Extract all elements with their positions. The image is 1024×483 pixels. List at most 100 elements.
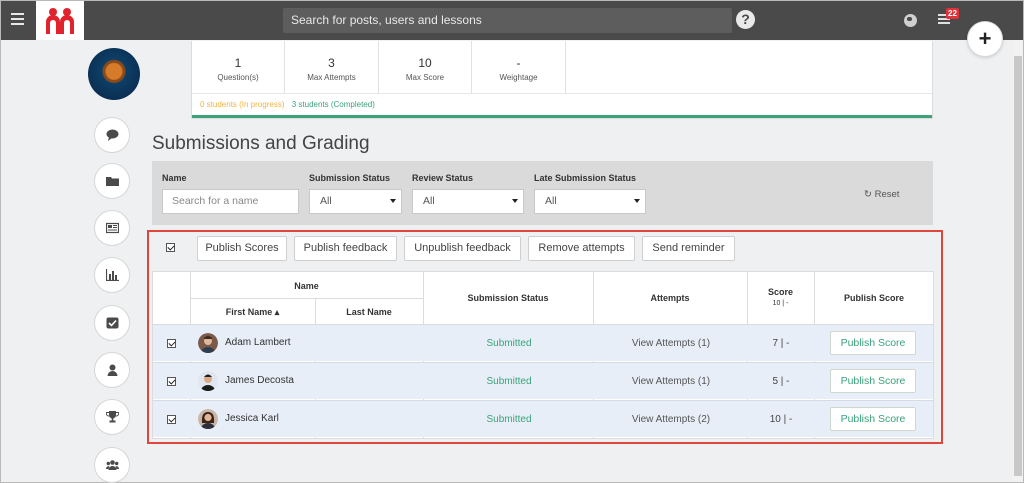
student-name: James Decosta xyxy=(225,375,294,386)
review-status-label: Review Status xyxy=(412,173,474,183)
stat-label: Max Score xyxy=(405,73,445,82)
score-max-subheader: 10 | - xyxy=(772,300,789,307)
send-reminder-button[interactable]: Send reminder xyxy=(642,236,735,261)
sidebar-chat-button[interactable] xyxy=(94,117,130,153)
remove-attempts-button[interactable]: Remove attempts xyxy=(528,236,635,261)
submissions-table: Name First Name ▴ Last Name Submission S… xyxy=(152,271,934,439)
sidebar-groups-button[interactable] xyxy=(94,447,130,483)
course-avatar[interactable] xyxy=(88,48,140,100)
attempts-header: Attempts xyxy=(650,293,690,303)
stat-max-score: 10 Max Score xyxy=(379,41,472,93)
stat-label: Weightage xyxy=(499,73,538,82)
review-status-select[interactable]: All xyxy=(412,189,524,214)
assignment-stats-card: 1 Question(s) 3 Max Attempts 10 Max Scor… xyxy=(191,41,933,119)
review-status-value: All xyxy=(423,195,435,207)
first-name-header[interactable]: First Name ▴ xyxy=(190,307,315,318)
notification-count-badge: 22 xyxy=(946,8,959,19)
last-name-header[interactable]: Last Name xyxy=(315,307,423,317)
view-attempts-link[interactable]: View Attempts (2) xyxy=(594,414,748,425)
table-row: Jessica Karl Submitted View Attempts (2)… xyxy=(153,400,933,437)
select-all-checkbox[interactable] xyxy=(166,243,175,252)
user-icon xyxy=(107,364,118,376)
student-name: Jessica Karl xyxy=(225,413,279,424)
row-checkbox[interactable] xyxy=(167,415,176,424)
trophy-icon xyxy=(106,411,119,423)
score-header: Score xyxy=(767,287,793,297)
bar-chart-icon xyxy=(106,269,119,281)
submission-status: Submitted xyxy=(486,376,532,387)
student-name: Adam Lambert xyxy=(225,337,291,348)
stat-value: - xyxy=(516,56,521,70)
stat-value: 10 xyxy=(418,56,432,70)
publish-feedback-button[interactable]: Publish feedback xyxy=(294,236,397,261)
submission-status-header: Submission Status xyxy=(467,293,549,303)
stat-max-attempts: 3 Max Attempts xyxy=(285,41,379,93)
header-divider xyxy=(190,298,423,299)
dropdown-caret-icon xyxy=(512,199,518,203)
row-checkbox[interactable] xyxy=(167,377,176,386)
score-value: 5 | - xyxy=(772,376,790,387)
filter-panel: Name Search for a name Submission Status… xyxy=(152,161,933,225)
scrollbar-thumb[interactable] xyxy=(1014,56,1022,476)
avatar xyxy=(198,371,218,391)
name-group-header: Name xyxy=(294,281,319,291)
global-search-input[interactable]: Search for posts, users and lessons xyxy=(283,8,732,33)
folder-icon xyxy=(106,177,119,186)
sidebar-news-button[interactable] xyxy=(94,210,130,246)
view-attempts-link[interactable]: View Attempts (1) xyxy=(594,338,748,349)
late-status-value: All xyxy=(545,195,557,207)
unpublish-feedback-button[interactable]: Unpublish feedback xyxy=(404,236,521,261)
reset-filters-button[interactable]: ↻ Reset xyxy=(864,189,899,200)
sidebar-assignments-button[interactable] xyxy=(94,305,130,341)
progress-underline xyxy=(192,115,932,118)
dropdown-caret-icon xyxy=(634,199,640,203)
dropdown-caret-icon xyxy=(390,199,396,203)
top-navigation-bar: Search for posts, users and lessons ? 22 xyxy=(1,1,1023,40)
submission-status-select[interactable]: All xyxy=(309,189,402,214)
reset-label: Reset xyxy=(874,189,900,200)
app-logo[interactable] xyxy=(36,1,84,40)
stat-label: Max Attempts xyxy=(307,73,356,82)
sidebar-members-button[interactable] xyxy=(94,352,130,388)
score-value: 10 | - xyxy=(769,414,793,425)
publish-score-header: Publish Score xyxy=(843,293,905,303)
stat-value: 1 xyxy=(234,56,242,70)
page-scrollbar[interactable] xyxy=(1013,40,1023,482)
help-icon[interactable]: ? xyxy=(736,10,755,29)
stat-value: 3 xyxy=(328,56,335,70)
publish-scores-button[interactable]: Publish Scores xyxy=(197,236,287,261)
hamburger-menu-icon[interactable] xyxy=(11,13,24,27)
late-submission-status-select[interactable]: All xyxy=(534,189,646,214)
stat-weightage: - Weightage xyxy=(472,41,566,93)
table-row: Adam Lambert Submitted View Attempts (1)… xyxy=(153,324,933,361)
name-filter-label: Name xyxy=(162,173,187,183)
stat-questions: 1 Question(s) xyxy=(192,41,285,93)
publish-score-button[interactable]: Publish Score xyxy=(830,369,916,393)
reset-icon: ↻ xyxy=(864,189,875,200)
name-search-input[interactable]: Search for a name xyxy=(162,189,299,214)
sidebar-files-button[interactable] xyxy=(94,163,130,199)
logo-icon xyxy=(46,8,74,34)
globe-icon[interactable] xyxy=(904,14,917,27)
avatar xyxy=(198,333,218,353)
publish-score-button[interactable]: Publish Score xyxy=(830,407,916,431)
submission-status: Submitted xyxy=(486,414,532,425)
sidebar-reports-button[interactable] xyxy=(94,257,130,293)
submission-status: Submitted xyxy=(486,338,532,349)
score-value: 7 | - xyxy=(772,338,790,349)
avatar xyxy=(198,409,218,429)
table-row: James Decosta Submitted View Attempts (1… xyxy=(153,362,933,399)
students-completed-link[interactable]: 3 students (Completed) xyxy=(292,100,375,109)
late-submission-status-label: Late Submission Status xyxy=(534,173,637,183)
view-attempts-link[interactable]: View Attempts (1) xyxy=(594,376,748,387)
submission-status-value: All xyxy=(320,195,332,207)
divider xyxy=(192,93,932,94)
checkbox-icon xyxy=(106,317,119,329)
publish-score-button[interactable]: Publish Score xyxy=(830,331,916,355)
sidebar-achievements-button[interactable] xyxy=(94,399,130,435)
row-checkbox[interactable] xyxy=(167,339,176,348)
students-in-progress-link[interactable]: 0 students (In progress) xyxy=(200,100,284,109)
chat-icon xyxy=(106,129,119,141)
stat-label: Question(s) xyxy=(217,73,259,82)
create-plus-button[interactable]: + xyxy=(967,21,1003,57)
